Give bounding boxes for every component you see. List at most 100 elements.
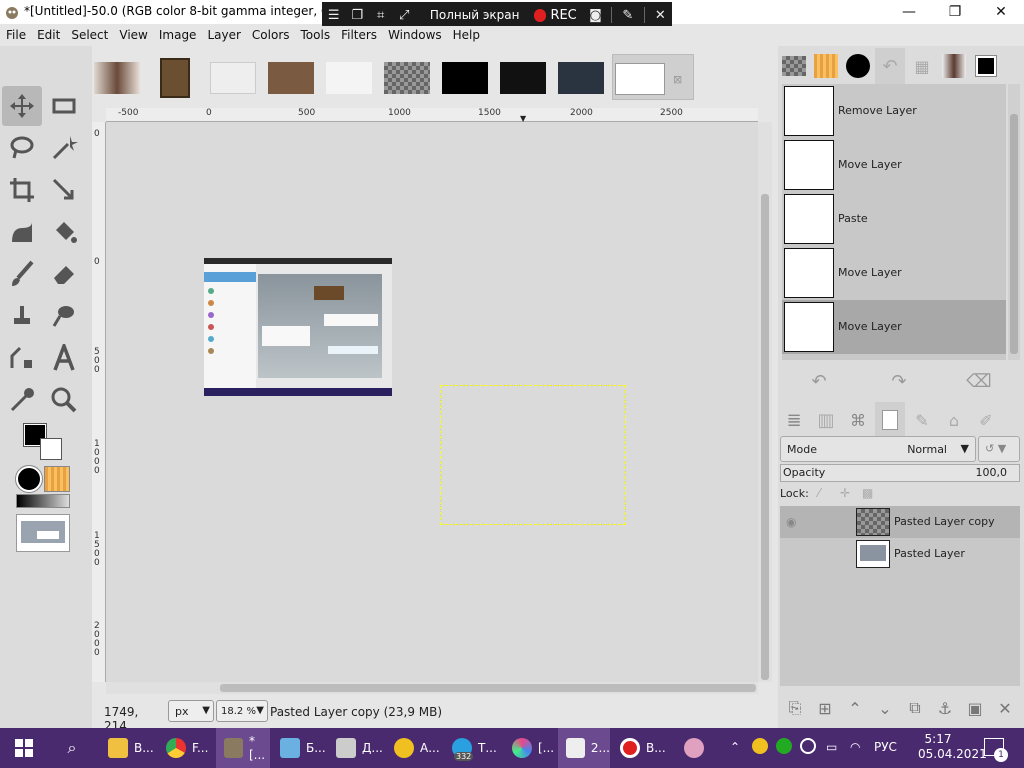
camera-icon[interactable]: ◙	[584, 2, 607, 28]
scroll-thumb[interactable]	[1010, 114, 1018, 354]
taskbar-app[interactable]: Д...	[328, 728, 384, 768]
undo-history-tab[interactable]: ↶	[875, 48, 905, 84]
color-picker-tool-icon[interactable]	[2, 380, 42, 420]
image-tab[interactable]	[440, 54, 490, 100]
undo-scrollbar[interactable]	[1008, 84, 1020, 360]
image-tab[interactable]	[556, 54, 606, 100]
fonts-tab[interactable]: ✐	[971, 402, 1001, 438]
zoom-tool-icon[interactable]	[44, 380, 84, 420]
minimize-button[interactable]: —	[886, 0, 932, 24]
undo-item[interactable]: Remove Layer	[782, 84, 1006, 138]
document-tab[interactable]	[875, 402, 905, 438]
lock-position-icon[interactable]: ✛	[840, 486, 850, 500]
mask-layer-icon[interactable]: ▣	[962, 696, 988, 720]
smudge-tool-icon[interactable]	[44, 296, 84, 336]
eye-icon[interactable]: ◉	[786, 515, 796, 529]
new-layer-icon[interactable]: ⎘	[782, 696, 808, 720]
bucket-fill-tool-icon[interactable]	[44, 212, 84, 252]
menu-image[interactable]: Image	[153, 26, 202, 46]
new-group-icon[interactable]: ⊞	[812, 696, 838, 720]
region-icon[interactable]: ⌗	[369, 2, 392, 28]
record-dot-icon[interactable]	[533, 8, 547, 22]
language-indicator[interactable]: РУС	[874, 740, 897, 754]
layer-name[interactable]: Pasted Layer	[894, 547, 1018, 560]
pencil-icon[interactable]: ✎	[616, 2, 639, 28]
undo-item[interactable]: Paste	[782, 192, 1006, 246]
pattern-preview[interactable]	[44, 466, 70, 492]
menu-view[interactable]: View	[113, 26, 152, 46]
taskbar-app[interactable]: [...	[504, 728, 556, 768]
image-tab[interactable]	[324, 54, 374, 100]
layers-tab[interactable]: ≣	[779, 402, 809, 438]
path-tool-icon[interactable]	[2, 338, 42, 378]
taskbar-explorer[interactable]: В...	[100, 728, 156, 768]
colors-tab[interactable]	[971, 48, 1001, 84]
menu-filters[interactable]: Filters	[335, 26, 382, 46]
templates-tab[interactable]: ▦	[907, 48, 937, 84]
paths-tab[interactable]: ⌘	[843, 402, 873, 438]
canvas-tab[interactable]: ⌂	[939, 402, 969, 438]
undo-item-selected[interactable]: Move Layer	[782, 300, 1006, 354]
selection-marquee[interactable]	[440, 385, 626, 525]
menu-edit[interactable]: Edit	[31, 26, 65, 46]
menu-windows[interactable]: Windows	[382, 26, 447, 46]
duplicate-layer-icon[interactable]: ⧉	[902, 696, 928, 720]
close-tab-icon[interactable]: ⊠	[673, 73, 682, 86]
recorder-tray-icon[interactable]	[800, 738, 816, 754]
warp-tool-icon[interactable]	[2, 212, 42, 252]
taskbar-chrome[interactable]: F...	[158, 728, 214, 768]
taskbar-app[interactable]: А...	[386, 728, 442, 768]
eraser-tool-icon[interactable]	[44, 254, 84, 294]
lock-alpha-icon[interactable]: ▩	[862, 486, 873, 500]
taskbar-gimp[interactable]: *[...	[216, 728, 270, 768]
vertical-scrollbar[interactable]	[758, 122, 772, 682]
patterns-tab[interactable]	[811, 48, 841, 84]
taskbar-paint[interactable]	[676, 728, 712, 768]
undo-item[interactable]: Move Layer	[782, 138, 1006, 192]
paintbrush-tool-icon[interactable]	[2, 254, 42, 294]
search-icon[interactable]: ⌕	[50, 728, 94, 768]
lasso-tool-icon[interactable]	[2, 128, 42, 168]
fullscreen-label[interactable]: Полный экран	[430, 8, 524, 22]
tray-chevron-up-icon[interactable]: ⌃	[730, 740, 740, 754]
zoom-select[interactable]: 18.2 % ▼	[216, 700, 268, 722]
menu-select[interactable]: Select	[65, 26, 113, 46]
menu-help[interactable]: Help	[447, 26, 485, 46]
menu-file[interactable]: File	[0, 26, 31, 46]
maximize-button[interactable]: ❐	[932, 0, 978, 24]
aimp-tray-icon[interactable]	[752, 738, 768, 754]
layer-name[interactable]: Pasted Layer copy	[894, 515, 1018, 528]
layer-row[interactable]: Pasted Layer	[780, 538, 1020, 570]
image-tab[interactable]	[92, 54, 142, 100]
taskbar-telegram[interactable]: 332 Т...	[444, 728, 502, 768]
clone-tool-icon[interactable]	[2, 296, 42, 336]
channels-tab[interactable]: ▥	[811, 402, 841, 438]
menu-tools[interactable]: Tools	[295, 26, 336, 46]
gradient-preview[interactable]	[16, 494, 70, 508]
move-tool-icon[interactable]	[2, 86, 42, 126]
close-button[interactable]: ✕	[978, 0, 1024, 24]
mode-select[interactable]: Mode Normal ▼	[780, 436, 976, 462]
image-tab[interactable]	[208, 54, 258, 100]
image-tab[interactable]	[498, 54, 548, 100]
network-icon[interactable]: ▭	[826, 740, 837, 754]
taskbar-app[interactable]: Б...	[272, 728, 326, 768]
rect-select-tool-icon[interactable]	[44, 86, 84, 126]
anchor-layer-icon[interactable]: ⚓	[932, 696, 958, 720]
menu-layer[interactable]: Layer	[201, 26, 245, 46]
brushes-tab[interactable]	[779, 48, 809, 84]
layer-row-selected[interactable]: ◉ Pasted Layer copy	[780, 506, 1020, 538]
scroll-thumb[interactable]	[761, 194, 769, 680]
crop-tool-icon[interactable]	[2, 170, 42, 210]
undo-icon[interactable]: ↶	[804, 368, 834, 394]
image-canvas[interactable]	[106, 122, 758, 682]
image-tab-active[interactable]: ⊠	[612, 54, 694, 100]
image-tab[interactable]	[382, 54, 432, 100]
app-tray-icon[interactable]	[776, 738, 792, 754]
opacity-slider[interactable]: Opacity 100,0	[780, 464, 1020, 482]
composite-mode-select[interactable]: ↺ ▼	[978, 436, 1020, 462]
pasted-layer-image[interactable]	[204, 258, 392, 396]
transform-tool-icon[interactable]	[44, 170, 84, 210]
text-tool-icon[interactable]	[44, 338, 84, 378]
undo-item[interactable]: Move Layer	[782, 246, 1006, 300]
